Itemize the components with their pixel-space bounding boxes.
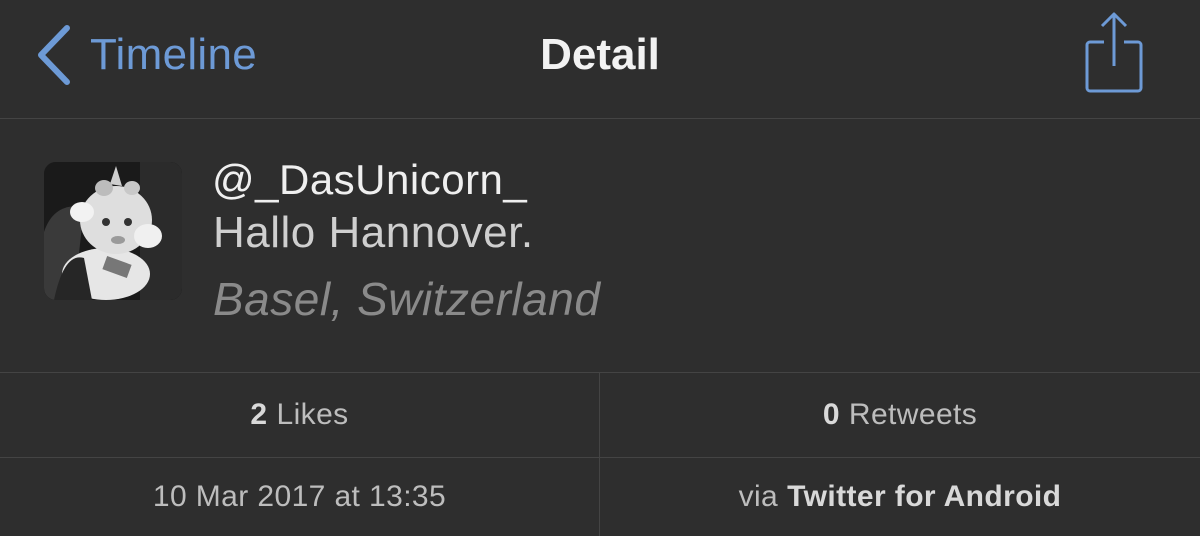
timestamp-cell: 10 Mar 2017 at 13:35 bbox=[0, 458, 600, 536]
likes-count: 2 bbox=[250, 398, 268, 431]
user-handle[interactable]: @_DasUnicorn_ bbox=[212, 156, 527, 204]
tweet-source: Twitter for Android bbox=[787, 480, 1062, 513]
tweet-text: Hallo Hannover. bbox=[213, 208, 534, 257]
retweets-count-cell[interactable]: 0 Retweets bbox=[600, 373, 1200, 458]
retweets-count: 0 bbox=[822, 398, 840, 431]
page-title: Detail bbox=[540, 30, 660, 79]
tweet-stats: 2 Likes 0 Retweets 10 Mar 2017 at 13:35 … bbox=[0, 373, 1200, 536]
likes-label: Likes bbox=[276, 398, 349, 431]
retweets-label: Retweets bbox=[848, 398, 978, 431]
likes-count-cell[interactable]: 2 Likes bbox=[0, 373, 600, 458]
source-cell: via Twitter for Android bbox=[600, 458, 1200, 536]
tweet-location: Basel, Switzerland bbox=[213, 273, 601, 325]
unicorn-plush-avatar bbox=[44, 162, 182, 300]
share-icon bbox=[1084, 10, 1144, 94]
tweet-timestamp: 10 Mar 2017 at 13:35 bbox=[152, 480, 447, 513]
tweet-detail: @_DasUnicorn_ Hallo Hannover. Basel, Swi… bbox=[0, 120, 1200, 373]
via-prefix: via bbox=[738, 480, 779, 513]
share-button[interactable] bbox=[1084, 10, 1144, 94]
avatar[interactable] bbox=[44, 162, 182, 300]
navigation-bar: Timeline Detail bbox=[0, 0, 1200, 119]
